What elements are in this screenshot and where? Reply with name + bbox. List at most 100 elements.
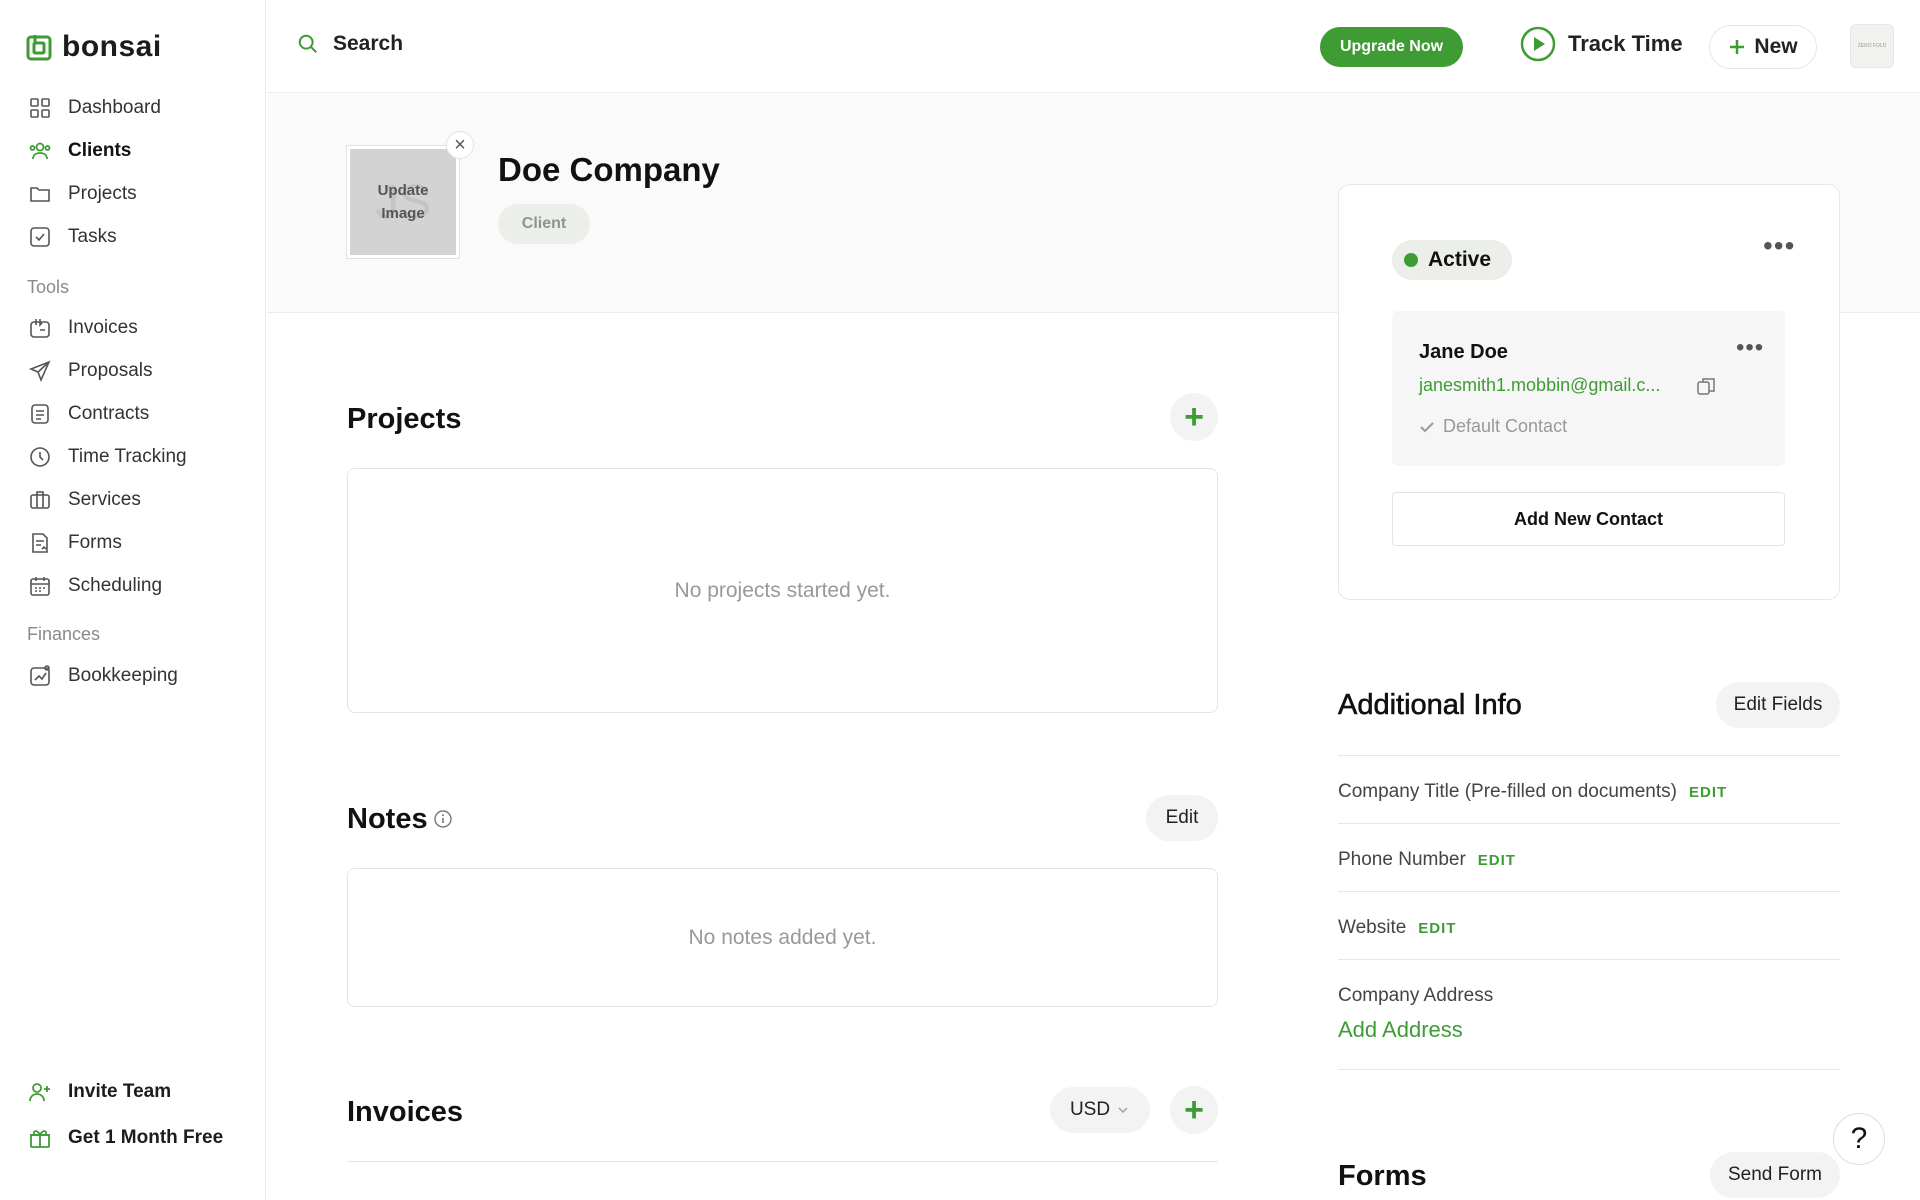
status-dot-icon	[1404, 253, 1418, 267]
invoices-title: Invoices	[347, 1096, 464, 1128]
sidebar-item-label: Projects	[68, 183, 137, 204]
sidebar-item-label: Clients	[68, 140, 132, 161]
sidebar-item-label: Forms	[68, 532, 122, 553]
remove-image-close-icon[interactable]: ×	[446, 131, 474, 159]
projects-title: Projects	[347, 403, 462, 435]
plus-icon	[1730, 40, 1745, 54]
currency-select[interactable]: USD	[1050, 1087, 1150, 1133]
new-button[interactable]: New	[1709, 25, 1817, 69]
finances-section-label: Finances	[27, 624, 101, 644]
sidebar-item-dashboard[interactable]: Dashboard	[28, 93, 161, 123]
sidebar-item-label: Proposals	[68, 360, 153, 381]
help-button[interactable]: ?	[1833, 1113, 1885, 1165]
sidebar-item-label: Tasks	[68, 226, 117, 247]
invite-team-button[interactable]: Invite Team	[28, 1080, 171, 1104]
default-contact-label: Default Contact	[1419, 416, 1567, 437]
status-contact-card: Active ••• Jane Doe ••• janesmith1.mobbi…	[1338, 184, 1840, 600]
projects-empty-state: No projects started yet.	[347, 468, 1218, 713]
chevron-down-icon	[1118, 1107, 1128, 1114]
chart-icon	[30, 665, 50, 686]
sidebar-item-label: Services	[68, 489, 141, 510]
copy-icon[interactable]	[1695, 375, 1717, 397]
avatar[interactable]: ZERO FOLD	[1850, 24, 1894, 68]
phone-label: Phone Number	[1338, 849, 1466, 870]
play-icon	[1520, 26, 1556, 62]
folder-icon	[30, 187, 50, 202]
invoices-divider	[347, 1161, 1218, 1162]
sidebar-item-forms[interactable]: Forms	[28, 528, 122, 558]
sidebar-item-bookkeeping[interactable]: Bookkeeping	[28, 661, 178, 691]
free-month-label: Get 1 Month Free	[68, 1127, 224, 1148]
sidebar-item-time-tracking[interactable]: Time Tracking	[28, 442, 187, 472]
logo-text: bonsai	[62, 30, 162, 63]
add-address-link[interactable]: Add Address	[1338, 1017, 1840, 1043]
edit-fields-button[interactable]: Edit Fields	[1716, 682, 1840, 728]
sidebar-item-contracts[interactable]: Contracts	[28, 399, 149, 429]
new-label: New	[1754, 35, 1798, 58]
card-more-icon[interactable]: •••	[1763, 232, 1795, 260]
top-bar: Search Upgrade Now Track Time New ZERO F…	[267, 0, 1920, 93]
sidebar-item-invoices[interactable]: Invoices	[28, 313, 138, 343]
search-placeholder: Search	[333, 32, 404, 55]
invite-team-label: Invite Team	[68, 1081, 172, 1102]
edit-website-link[interactable]: EDIT	[1418, 920, 1456, 937]
client-badge: Client	[498, 204, 590, 244]
checkbox-icon	[30, 227, 50, 247]
sidebar-item-scheduling[interactable]: Scheduling	[28, 571, 162, 601]
users-icon	[29, 142, 51, 160]
sidebar-item-label: Scheduling	[68, 575, 163, 596]
contact-more-icon[interactable]: •••	[1736, 336, 1764, 360]
additional-info-title: Additional Info	[1338, 689, 1522, 722]
sidebar: bonsai Dashboard Clients Projects Tasks …	[0, 0, 266, 1200]
sidebar-item-services[interactable]: Services	[28, 485, 141, 515]
search-icon	[298, 34, 317, 53]
add-new-contact-button[interactable]: Add New Contact	[1392, 492, 1785, 546]
tools-section-label: Tools	[27, 277, 70, 297]
edit-company-title-link[interactable]: EDIT	[1689, 784, 1727, 801]
send-icon	[28, 360, 51, 383]
upgrade-now-button[interactable]: Upgrade Now	[1320, 27, 1463, 67]
track-time-label: Track Time	[1568, 31, 1683, 56]
currency-value: USD	[1069, 1099, 1111, 1120]
grid-icon	[30, 98, 50, 118]
sidebar-item-label: Dashboard	[68, 97, 161, 118]
info-icon[interactable]	[433, 809, 453, 829]
check-icon	[1420, 421, 1434, 432]
add-invoice-button[interactable]: +	[1170, 1086, 1218, 1134]
notes-title: Notes	[347, 803, 428, 835]
contact-name: Jane Doe	[1419, 341, 1508, 363]
sidebar-item-tasks[interactable]: Tasks	[28, 222, 117, 252]
update-image-button[interactable]: JS Update Image	[347, 146, 459, 258]
sidebar-item-proposals[interactable]: Proposals	[28, 356, 153, 386]
user-plus-icon	[29, 1083, 50, 1102]
plus-icon: +	[1184, 1090, 1204, 1129]
default-contact-text: Default Contact	[1443, 416, 1568, 436]
send-form-button[interactable]: Send Form	[1710, 1152, 1840, 1198]
forms-title: Forms	[1338, 1160, 1427, 1192]
website-row: Website EDIT	[1338, 891, 1840, 959]
sidebar-item-clients[interactable]: Clients	[28, 136, 131, 166]
track-time-button[interactable]: Track Time	[1520, 26, 1683, 62]
plus-icon: +	[1184, 397, 1204, 436]
contact-email[interactable]: janesmith1.mobbin@gmail.c...	[1419, 375, 1660, 396]
status-label: Active	[1428, 248, 1492, 271]
sidebar-item-label: Invoices	[68, 317, 138, 338]
notes-empty-state: No notes added yet.	[347, 868, 1218, 1007]
logo[interactable]: bonsai	[26, 30, 162, 64]
website-label: Website	[1338, 917, 1407, 938]
sidebar-item-label: Contracts	[68, 403, 150, 424]
briefcase-icon	[30, 491, 50, 509]
add-project-button[interactable]: +	[1170, 393, 1218, 441]
edit-notes-button[interactable]: Edit	[1146, 795, 1218, 841]
status-badge[interactable]: Active	[1392, 240, 1512, 280]
form-icon	[32, 533, 48, 553]
company-title-row: Company Title (Pre-filled on documents) E…	[1338, 755, 1840, 823]
invoice-icon	[30, 319, 50, 338]
edit-phone-link[interactable]: EDIT	[1478, 852, 1516, 869]
search-input[interactable]: Search	[297, 32, 403, 56]
free-month-button[interactable]: Get 1 Month Free	[28, 1126, 223, 1150]
clock-icon	[30, 447, 50, 467]
sidebar-item-projects[interactable]: Projects	[28, 179, 137, 209]
bonsai-logo-icon	[26, 35, 52, 61]
company-name: Doe Company	[498, 151, 720, 188]
